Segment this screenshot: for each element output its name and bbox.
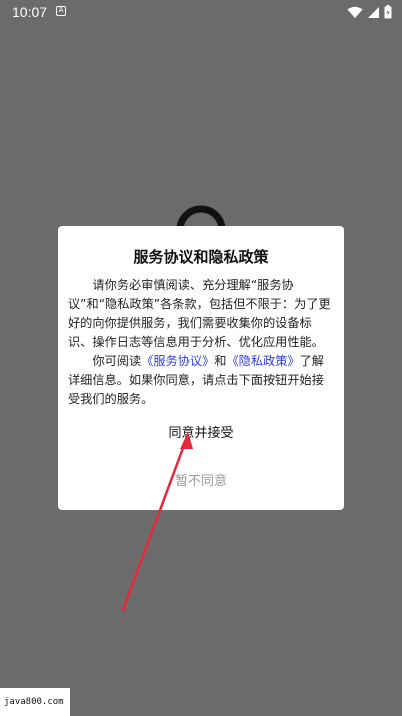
and-text: 和	[214, 354, 227, 368]
signal-icon	[368, 6, 379, 18]
notification-icon: A	[56, 6, 66, 16]
watermark: java800.com	[0, 688, 70, 716]
agree-button[interactable]: 同意并接受	[58, 422, 344, 441]
paragraph-2-prefix: 你可阅读	[92, 354, 142, 368]
status-icons	[347, 5, 392, 19]
dialog-paragraph-2: 你可阅读《服务协议》和《隐私政策》了解详细信息。如果你同意，请点击下面按钮开始接…	[68, 352, 334, 409]
privacy-dialog: 服务协议和隐私政策 请你务必审慎阅读、充分理解“服务协议”和“隐私政策”各条款，…	[58, 226, 344, 510]
status-bar: 10:07 A	[0, 0, 402, 24]
battery-icon	[384, 5, 392, 19]
dialog-paragraph-1: 请你务必审慎阅读、充分理解“服务协议”和“隐私政策”各条款，包括但不限于：为了更…	[68, 278, 331, 349]
service-agreement-link[interactable]: 《服务协议》	[141, 354, 214, 368]
status-time: 10:07	[12, 4, 48, 20]
dialog-body: 请你务必审慎阅读、充分理解“服务协议”和“隐私政策”各条款，包括但不限于：为了更…	[68, 276, 334, 409]
privacy-policy-link[interactable]: 《隐私政策》	[226, 354, 299, 368]
wifi-icon	[347, 6, 363, 18]
dialog-title: 服务协议和隐私政策	[133, 248, 269, 266]
disagree-button[interactable]: 暂不同意	[58, 470, 344, 489]
